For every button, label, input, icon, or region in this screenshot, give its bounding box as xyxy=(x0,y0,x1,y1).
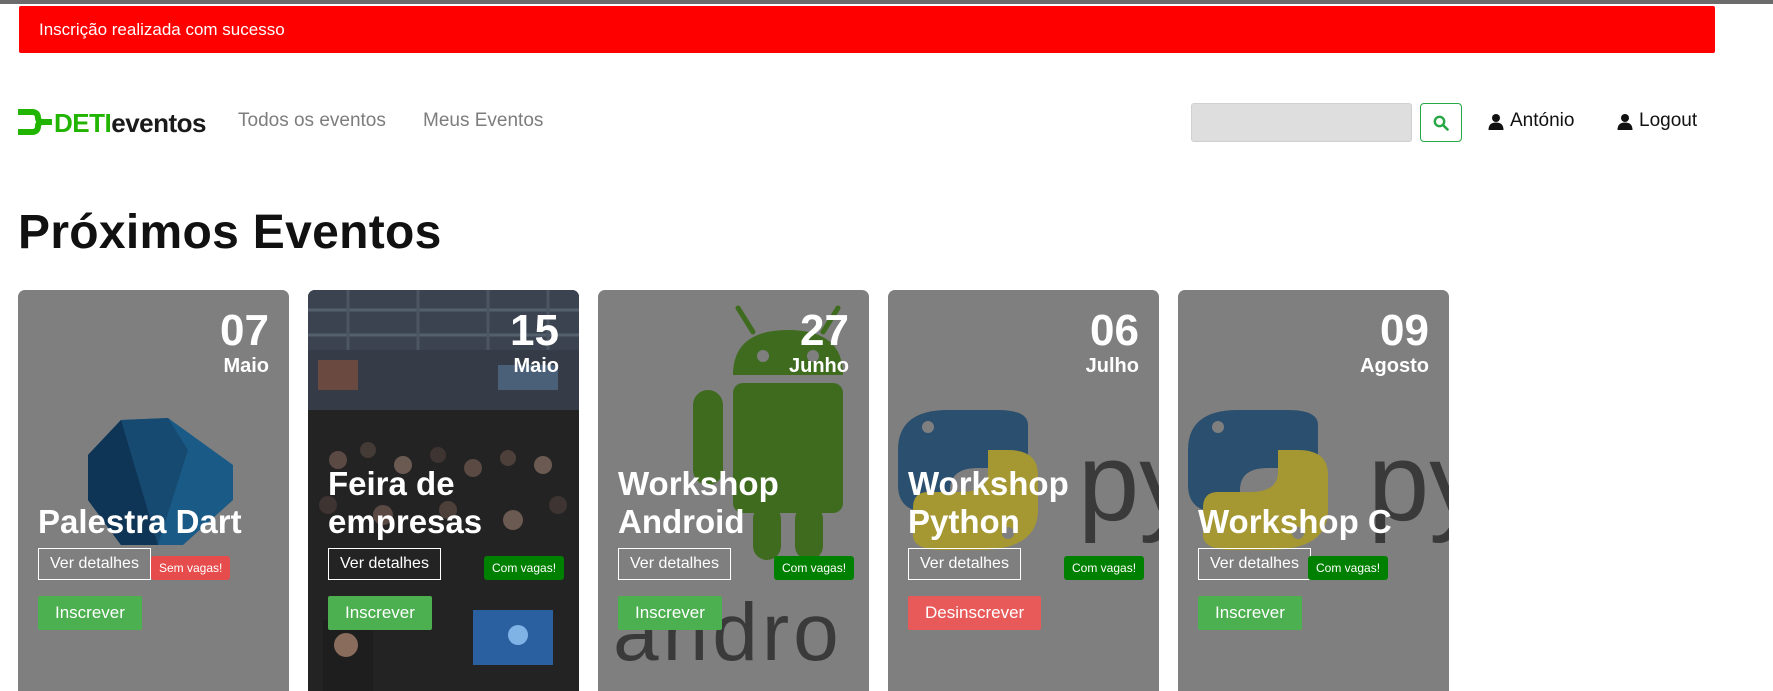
event-month: Julho xyxy=(1085,355,1139,378)
user-profile-link[interactable]: António xyxy=(1488,110,1574,132)
availability-badge: Com vagas! xyxy=(774,556,855,580)
deti-logo-icon xyxy=(18,109,52,135)
brand-part-deti: DETI xyxy=(54,107,112,138)
search-input[interactable] xyxy=(1191,103,1412,142)
view-details-button[interactable]: Ver detalhes xyxy=(1198,548,1311,580)
event-date: 09 Agosto xyxy=(1360,306,1429,378)
page-title: Próximos Eventos xyxy=(18,206,442,259)
view-details-button[interactable]: Ver detalhes xyxy=(908,548,1021,580)
event-date: 27 Junho xyxy=(789,306,849,378)
event-day: 27 xyxy=(800,306,849,355)
event-day: 15 xyxy=(510,306,559,355)
event-month: Maio xyxy=(223,355,269,378)
event-date: 15 Maio xyxy=(510,306,559,378)
user-icon xyxy=(1617,113,1633,130)
event-card[interactable]: andro 27 Junho Workshop Android Ver deta… xyxy=(598,290,869,691)
event-title: Workshop Python xyxy=(908,465,1069,541)
register-button[interactable]: Inscrever xyxy=(1198,596,1302,630)
search-icon xyxy=(1433,115,1449,131)
event-month: Junho xyxy=(789,355,849,378)
brand-name: DETIeventos xyxy=(54,108,206,139)
event-day: 06 xyxy=(1090,306,1139,355)
availability-badge: Com vagas! xyxy=(1064,556,1145,580)
register-button[interactable]: Inscrever xyxy=(38,596,142,630)
event-card[interactable]: py 09 Agosto Workshop C Ver detalhes Com… xyxy=(1178,290,1449,691)
event-date: 07 Maio xyxy=(220,306,269,378)
event-title: Feira de empresas xyxy=(328,465,483,541)
user-icon xyxy=(1488,113,1504,130)
view-details-button[interactable]: Ver detalhes xyxy=(618,548,731,580)
event-month: Agosto xyxy=(1360,355,1429,378)
event-title: Workshop Android xyxy=(618,465,779,541)
view-details-button[interactable]: Ver detalhes xyxy=(38,548,151,580)
success-alert: Inscrição realizada com sucesso xyxy=(19,6,1715,53)
event-day: 09 xyxy=(1380,306,1429,355)
availability-badge: Com vagas! xyxy=(484,556,565,580)
search-button[interactable] xyxy=(1420,103,1462,142)
logout-label: Logout xyxy=(1639,110,1698,131)
register-button[interactable]: Inscrever xyxy=(328,596,432,630)
event-month: Maio xyxy=(513,355,559,378)
browser-top-edge xyxy=(0,0,1773,4)
event-day: 07 xyxy=(220,306,269,355)
availability-badge: Sem vagas! xyxy=(151,556,231,580)
event-title: Palestra Dart xyxy=(38,503,242,541)
event-date: 06 Julho xyxy=(1085,306,1139,378)
user-name: António xyxy=(1510,110,1575,131)
view-details-button[interactable]: Ver detalhes xyxy=(328,548,441,580)
event-card[interactable]: 15 Maio Feira de empresas Ver detalhes C… xyxy=(308,290,579,691)
event-card[interactable]: 07 Maio Palestra Dart Ver detalhes Sem v… xyxy=(18,290,289,691)
unregister-button[interactable]: Desinscrever xyxy=(908,596,1042,630)
register-button[interactable]: Inscrever xyxy=(618,596,722,630)
event-title: Workshop C xyxy=(1198,503,1392,541)
brand-logo[interactable]: DETIeventos xyxy=(18,108,206,138)
nav-link-all-events[interactable]: Todos os eventos xyxy=(238,110,386,132)
availability-badge: Com vagas! xyxy=(1308,556,1389,580)
alert-message: Inscrição realizada com sucesso xyxy=(39,19,285,39)
navbar: DETIeventos Todos os eventos Meus Evento… xyxy=(0,90,1773,155)
brand-part-eventos: eventos xyxy=(111,107,206,138)
event-card[interactable]: py 06 Julho Workshop Python Ver detalhes… xyxy=(888,290,1159,691)
nav-link-my-events[interactable]: Meus Eventos xyxy=(423,110,543,132)
logout-link[interactable]: Logout xyxy=(1617,110,1697,132)
